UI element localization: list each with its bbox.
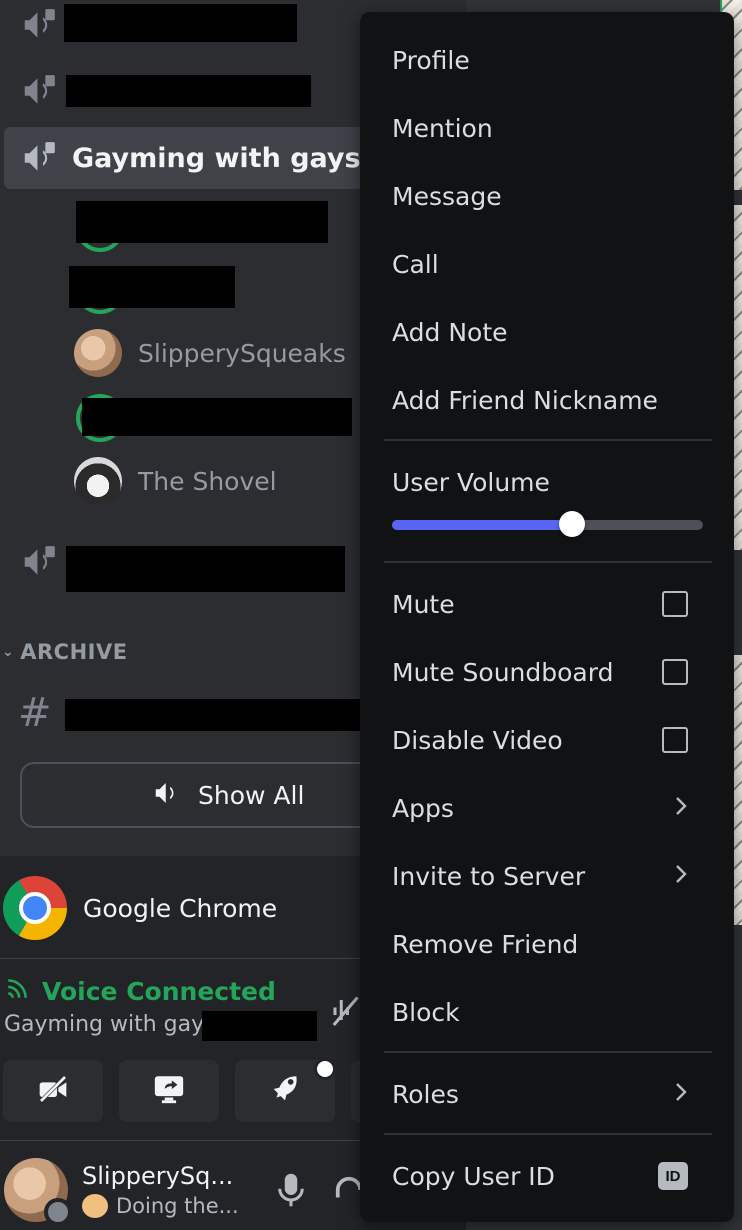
- slider-fill: [392, 520, 572, 530]
- activity-app-name: Google Chrome: [83, 893, 278, 923]
- menu-item-copy-user-id[interactable]: Copy User ID ID: [392, 1148, 722, 1204]
- menu-item-label: Invite to Server: [392, 861, 586, 891]
- menu-item-add-note[interactable]: Add Note: [392, 304, 722, 360]
- user-activity: Doing the...: [82, 1194, 239, 1218]
- user-volume-slider[interactable]: [392, 511, 703, 537]
- signal-icon: [4, 975, 32, 1007]
- avatar: [74, 329, 122, 377]
- menu-item-block[interactable]: Block: [392, 984, 722, 1040]
- voice-connected-status[interactable]: Voice Connected: [4, 975, 276, 1007]
- user-avatar[interactable]: [4, 1158, 72, 1226]
- redacted-member: [82, 398, 352, 436]
- redacted-server-name: [202, 1011, 317, 1041]
- locked-speaker-icon: [18, 137, 60, 179]
- rocket-icon: [268, 1072, 302, 1110]
- chevron-right-icon: [674, 794, 688, 823]
- redacted-member: [69, 266, 235, 308]
- menu-item-apps[interactable]: Apps: [392, 780, 722, 836]
- user-activity-text: Doing the...: [116, 1194, 239, 1218]
- palette-icon: [82, 1194, 108, 1218]
- voice-member[interactable]: SlipperySqueaks: [74, 325, 346, 381]
- menu-item-label: Mute: [392, 589, 455, 619]
- menu-item-mute[interactable]: Mute: [392, 576, 722, 632]
- menu-item-label: Copy User ID: [392, 1161, 555, 1191]
- mute-checkbox[interactable]: [662, 591, 688, 617]
- menu-item-mention[interactable]: Mention: [392, 100, 722, 156]
- menu-separator: [384, 561, 712, 563]
- voice-member[interactable]: The Shovel: [74, 453, 277, 509]
- menu-item-user-volume: User Volume: [392, 454, 722, 510]
- text-channel[interactable]: #: [18, 686, 52, 740]
- show-all-label: Show All: [198, 780, 305, 810]
- menu-item-label: Message: [392, 181, 502, 211]
- category-archive[interactable]: ⌄ ARCHIVE: [0, 634, 128, 670]
- category-label: ARCHIVE: [20, 640, 128, 664]
- locked-speaker-icon: [18, 541, 60, 583]
- locked-speaker-icon: [18, 4, 60, 46]
- menu-item-label: Disable Video: [392, 725, 563, 755]
- menu-item-disable-video[interactable]: Disable Video: [392, 712, 722, 768]
- screen-share-button[interactable]: [119, 1060, 219, 1122]
- menu-separator: [384, 1133, 712, 1135]
- menu-item-profile[interactable]: Profile: [392, 32, 722, 88]
- camera-off-icon: [35, 1073, 71, 1109]
- slider-thumb[interactable]: [559, 511, 585, 537]
- username: SlipperySq...: [82, 1162, 234, 1190]
- menu-item-label: Remove Friend: [392, 929, 579, 959]
- menu-item-remove-friend[interactable]: Remove Friend: [392, 916, 722, 972]
- redacted-channel-name: [66, 546, 345, 592]
- mute-soundboard-checkbox[interactable]: [662, 659, 688, 685]
- camera-off-button[interactable]: [3, 1060, 103, 1122]
- discord-window: Gayming with gays? SlipperySqueaks The S…: [0, 0, 742, 1230]
- channel-name: Gayming with gays?: [72, 142, 377, 174]
- menu-item-invite-to-server[interactable]: Invite to Server: [392, 848, 722, 904]
- redacted-member: [76, 201, 328, 243]
- menu-item-label: Add Friend Nickname: [392, 385, 658, 415]
- notification-dot: [314, 1058, 336, 1080]
- menu-item-label: Block: [392, 997, 460, 1027]
- menu-item-label: Profile: [392, 45, 470, 75]
- member-name: SlipperySqueaks: [138, 338, 346, 368]
- status-indicator: [44, 1198, 72, 1226]
- redacted-channel-name: [64, 4, 297, 42]
- menu-item-label: Apps: [392, 793, 454, 823]
- microphone-button[interactable]: [276, 1170, 306, 1214]
- member-name: The Shovel: [138, 466, 277, 496]
- menu-item-label: User Volume: [392, 467, 550, 497]
- disable-video-checkbox[interactable]: [662, 727, 688, 753]
- avatar: [74, 457, 122, 505]
- menu-item-label: Add Note: [392, 317, 508, 347]
- menu-item-roles[interactable]: Roles: [392, 1066, 722, 1122]
- menu-item-label: Roles: [392, 1079, 459, 1109]
- menu-item-message[interactable]: Message: [392, 168, 722, 224]
- hash-icon: #: [18, 690, 52, 736]
- redacted-channel-name: [65, 699, 363, 731]
- divider: [0, 958, 360, 959]
- id-badge: ID: [658, 1162, 688, 1190]
- menu-item-call[interactable]: Call: [392, 236, 722, 292]
- id-icon: ID: [658, 1162, 688, 1190]
- user-context-menu: Profile Mention Message Call Add Note Ad…: [360, 12, 734, 1222]
- chrome-icon: [3, 876, 67, 940]
- voice-status-label: Voice Connected: [42, 976, 276, 1006]
- menu-separator: [384, 1051, 712, 1053]
- menu-item-mute-soundboard[interactable]: Mute Soundboard: [392, 644, 722, 700]
- menu-item-label: Call: [392, 249, 439, 279]
- divider: [0, 1140, 360, 1141]
- noise-suppression-icon[interactable]: [330, 990, 360, 1034]
- speaker-icon: [152, 778, 182, 812]
- chevron-down-icon: ⌄: [2, 644, 15, 660]
- menu-separator: [384, 439, 712, 441]
- menu-item-label: Mute Soundboard: [392, 657, 614, 687]
- chevron-right-icon: [674, 1080, 688, 1109]
- redacted-channel-name: [66, 75, 311, 107]
- microphone-icon: [276, 1173, 306, 1214]
- chevron-right-icon: [674, 862, 688, 891]
- menu-item-label: Mention: [392, 113, 493, 143]
- locked-speaker-icon: [18, 70, 60, 112]
- screen-share-icon: [151, 1072, 187, 1110]
- menu-item-add-friend-nickname[interactable]: Add Friend Nickname: [392, 372, 722, 428]
- voice-channel-name[interactable]: Gayming with gays?: [4, 1012, 227, 1037]
